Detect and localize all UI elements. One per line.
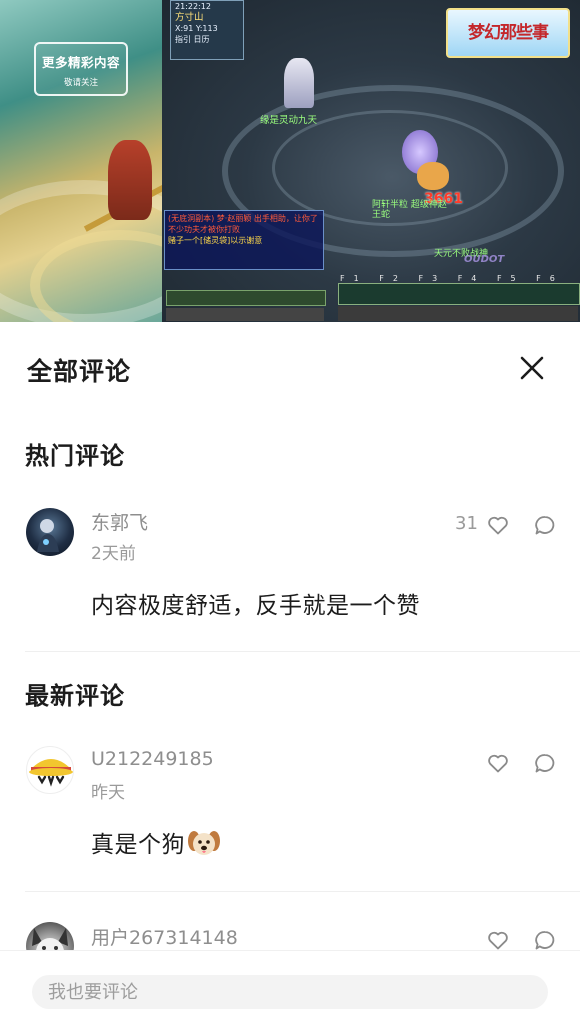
promo-title: 更多精彩内容 xyxy=(41,55,120,70)
like-button[interactable] xyxy=(486,513,510,537)
avatar[interactable] xyxy=(26,508,74,556)
hud-map-name: 方寸山 xyxy=(175,12,204,23)
heart-outline-icon xyxy=(488,516,508,535)
divider xyxy=(25,891,580,892)
comment-input[interactable] xyxy=(32,975,548,1009)
game-character-player xyxy=(284,58,314,108)
reply-button[interactable] xyxy=(533,513,557,537)
hud-guide: 指引 xyxy=(175,35,191,44)
comment-bubble-icon xyxy=(535,516,555,535)
video-player[interactable]: 更多精彩内容 敬请关注 21:22:12 方寸山 X:91 Y:113 指引 日… xyxy=(0,0,580,322)
hud-calendar: 日历 xyxy=(193,35,210,44)
game-skill-bar xyxy=(338,283,580,305)
game-chat-box: (无底洞副本) 梦·赵丽颖 出手相助，让你了不少功夫才被你打败 赌子一个[储灵袋… xyxy=(164,210,324,270)
comment-content: 真是个狗 xyxy=(91,825,221,859)
game-logo: 梦幻那些事 xyxy=(446,8,570,58)
game-toolbar-left xyxy=(166,290,326,306)
heart-outline-icon xyxy=(488,931,508,950)
like-count: 31 xyxy=(455,513,478,534)
video-watermark: OUDOT xyxy=(464,254,505,265)
hud-buttons: 指引 日历 xyxy=(171,34,243,45)
comment-bubble-icon xyxy=(535,931,555,950)
npc-label-2: 阿轩半粒 超级神赵王蛇 xyxy=(372,200,447,220)
avatar-cartoon-hat-icon xyxy=(29,759,73,787)
like-button[interactable] xyxy=(486,928,510,952)
close-icon xyxy=(520,356,544,380)
chat-line: (无底洞副本) 梦·赵丽颖 出手相助，让你了不少功夫才被你打败 xyxy=(168,214,318,234)
hud-coords: X:91 Y:113 xyxy=(175,24,218,33)
game-frame: 21:22:12 方寸山 X:91 Y:113 指引 日历 梦幻那些事 缘是灵动… xyxy=(162,0,580,322)
promo-subtitle: 敬请关注 xyxy=(63,78,98,88)
game-character-pet xyxy=(417,162,449,190)
comment-username[interactable]: 用户267314148 xyxy=(91,923,238,950)
comment-username[interactable]: U212249185 xyxy=(91,748,214,770)
comment-time: 昨天 xyxy=(91,783,125,803)
promo-box[interactable]: 更多精彩内容 敬请关注 xyxy=(34,42,128,96)
hot-comments-heading: 热门评论 xyxy=(25,442,125,470)
npc-label-1: 缘是灵动九天 xyxy=(260,115,318,126)
artwork-hero-figure xyxy=(108,140,152,220)
like-button[interactable] xyxy=(486,751,510,775)
reply-button[interactable] xyxy=(533,751,557,775)
game-hud-minimap: 21:22:12 方寸山 X:91 Y:113 指引 日历 xyxy=(170,0,244,60)
reply-button[interactable] xyxy=(533,928,557,952)
sheet-title: 全部评论 xyxy=(27,357,132,386)
hud-time: 21:22:12 xyxy=(175,2,211,11)
game-item-bar xyxy=(338,306,578,321)
close-button[interactable] xyxy=(514,350,550,386)
divider xyxy=(25,651,580,652)
comment-text: 真是个狗 xyxy=(91,832,185,858)
game-toolbar-left-lower xyxy=(166,308,324,321)
avatar-figure-icon xyxy=(37,519,59,552)
heart-outline-icon xyxy=(488,754,508,773)
new-comments-heading: 最新评论 xyxy=(25,682,125,710)
comment-bubble-icon xyxy=(535,754,555,773)
comment-input-bar xyxy=(0,950,580,1032)
comment-username[interactable]: 东郭飞 xyxy=(91,508,148,535)
comment-time: 2天前 xyxy=(91,544,136,564)
dog-face-emoji xyxy=(188,831,220,855)
comment-content: 内容极度舒适，反手就是一个赞 xyxy=(91,593,420,619)
chat-line: 赌子一个[储灵袋]以示谢意 xyxy=(168,236,263,245)
promo-artwork: 更多精彩内容 敬请关注 xyxy=(0,0,210,322)
avatar[interactable] xyxy=(26,746,74,794)
comments-sheet: 全部评论 热门评论 东郭飞 2天前 内容极度舒适，反手就是一个赞 31 最新评论… xyxy=(0,322,580,1031)
